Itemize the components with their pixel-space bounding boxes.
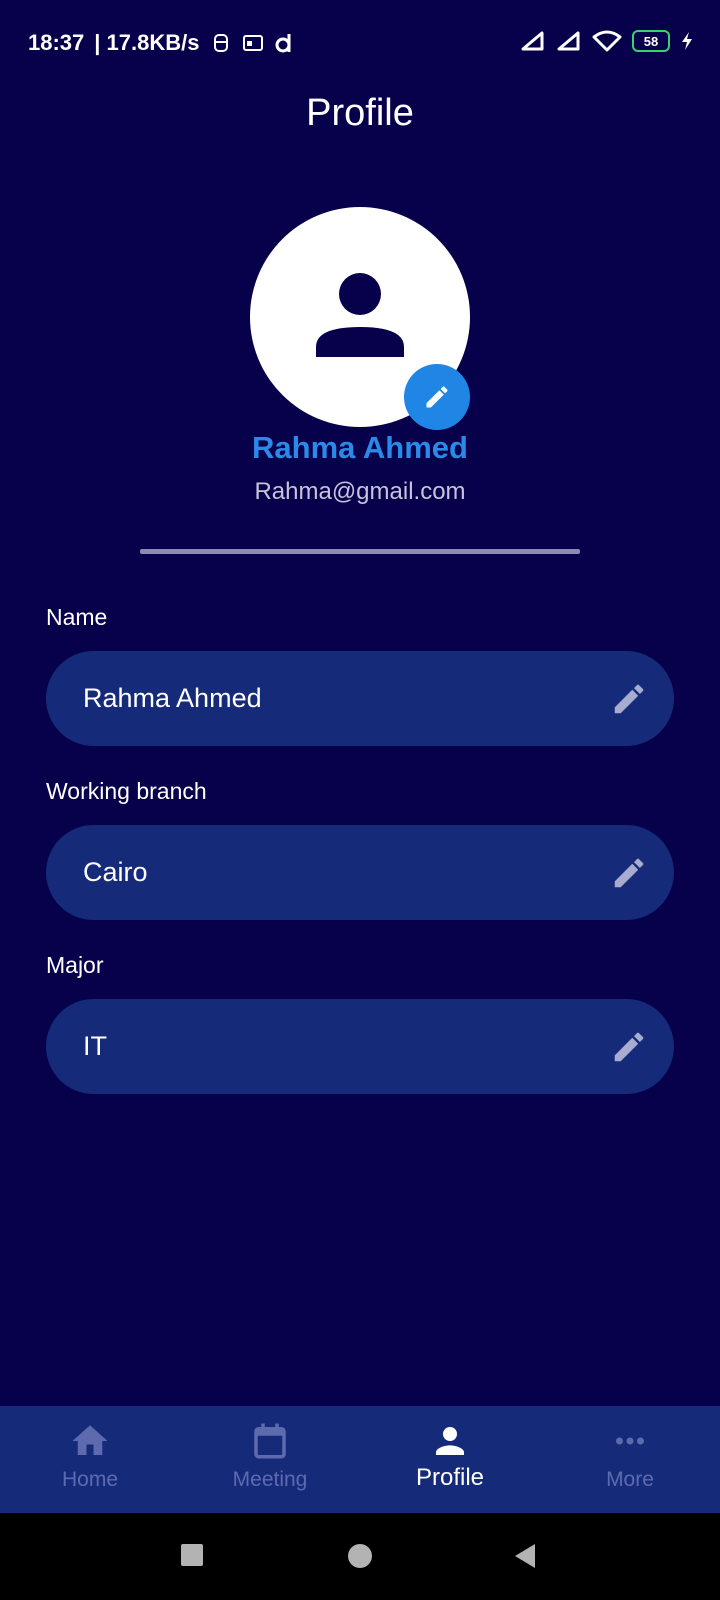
name-field[interactable]: Rahma Ahmed xyxy=(46,651,674,746)
nav-item-home[interactable]: Home xyxy=(0,1406,180,1513)
edit-major-icon[interactable] xyxy=(610,1028,648,1066)
major-field[interactable]: IT xyxy=(46,999,674,1094)
system-nav-bar xyxy=(0,1513,720,1600)
nav-item-more[interactable]: More xyxy=(540,1406,720,1513)
divider xyxy=(140,549,580,554)
battery-icon: 58 xyxy=(632,30,670,52)
app-d-icon xyxy=(275,34,290,53)
working-branch-field[interactable]: Cairo xyxy=(46,825,674,920)
working-branch-label: Working branch xyxy=(46,778,207,804)
status-time: 18:37 xyxy=(28,30,85,55)
person-icon xyxy=(436,1427,464,1455)
nav-label-home: Home xyxy=(61,1468,119,1491)
back-button-icon[interactable] xyxy=(513,1543,537,1569)
charging-icon xyxy=(682,32,692,50)
more-horizontal-icon xyxy=(616,1437,644,1445)
status-bar: 18:37 | 17.8KB/s 58 xyxy=(0,0,720,88)
nav-label-more: More xyxy=(606,1468,654,1491)
edit-avatar-button[interactable] xyxy=(404,364,470,430)
name-value: Rahma Ahmed xyxy=(83,683,262,713)
wifi-icon xyxy=(592,30,622,52)
home-icon xyxy=(72,1425,108,1455)
calendar-icon xyxy=(254,1423,286,1459)
page-title: Profile xyxy=(306,92,414,134)
nav-label-profile: Profile xyxy=(415,1464,485,1491)
nav-item-profile[interactable]: Profile xyxy=(360,1406,540,1513)
major-label: Major xyxy=(46,952,104,978)
status-left: 18:37 | 17.8KB/s xyxy=(28,30,296,56)
edit-working-branch-icon[interactable] xyxy=(610,854,648,892)
nav-label-meeting: Meeting xyxy=(232,1468,308,1491)
major-value: IT xyxy=(83,1031,107,1061)
recents-button-icon[interactable] xyxy=(180,1543,204,1567)
signal-2-icon xyxy=(557,31,580,51)
battery-level: 58 xyxy=(643,33,659,49)
calendar-notification-icon xyxy=(242,35,263,51)
profile-email: Rahma@gmail.com xyxy=(254,478,466,505)
status-right: 58 xyxy=(520,30,694,52)
signal-icon xyxy=(521,31,544,51)
name-label: Name xyxy=(46,604,108,630)
working-branch-value: Cairo xyxy=(83,857,148,887)
edit-name-icon[interactable] xyxy=(610,680,648,718)
status-net-speed: | 17.8KB/s xyxy=(94,30,200,55)
bottom-nav: Home Meeting Profile More xyxy=(0,1406,720,1513)
person-icon xyxy=(316,273,404,357)
nav-item-meeting[interactable]: Meeting xyxy=(180,1406,360,1513)
profile-name: Rahma Ahmed xyxy=(252,430,468,465)
pencil-icon xyxy=(426,386,448,408)
home-button-icon[interactable] xyxy=(347,1543,373,1569)
notification-icon xyxy=(213,34,228,52)
